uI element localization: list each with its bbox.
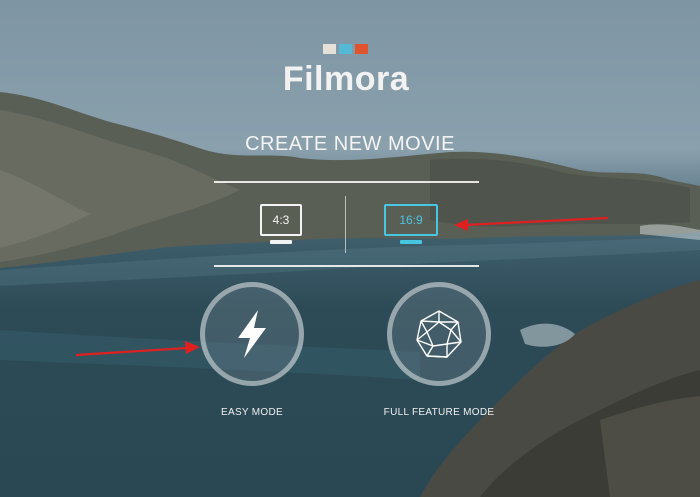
aspect-ratio-4-3-option[interactable]: 4:3 [258, 204, 304, 248]
logo-bar-2 [339, 44, 352, 54]
annotation-arrow-left [75, 341, 200, 357]
monitor-stand [400, 240, 422, 244]
ratio-divider [345, 196, 346, 253]
page-title: CREATE NEW MOVIE [245, 133, 455, 155]
monitor-stand [270, 240, 292, 244]
bottom-divider [214, 265, 479, 267]
aspect-ratio-4-3-label: 4:3 [272, 213, 290, 227]
aspect-ratio-16-9-option[interactable]: 16:9 [384, 204, 440, 248]
logo-text: Filmora [282, 60, 410, 98]
easy-mode-button[interactable] [200, 282, 304, 386]
monitor-icon: 16:9 [384, 204, 438, 236]
logo-bar-1 [323, 44, 336, 54]
full-feature-mode-label: FULL FEATURE MODE [383, 407, 495, 418]
annotation-arrow-right [454, 216, 609, 231]
lightning-icon [238, 310, 266, 358]
polyhedron-icon [416, 310, 462, 358]
filmora-logo: Filmora [281, 44, 411, 100]
top-divider [214, 181, 479, 183]
monitor-icon: 4:3 [260, 204, 302, 236]
logo-color-bars [323, 44, 368, 54]
easy-mode-label: EASY MODE [221, 407, 283, 418]
logo-bar-3 [355, 44, 368, 54]
aspect-ratio-16-9-label: 16:9 [399, 213, 423, 227]
full-feature-mode-button[interactable] [387, 282, 491, 386]
